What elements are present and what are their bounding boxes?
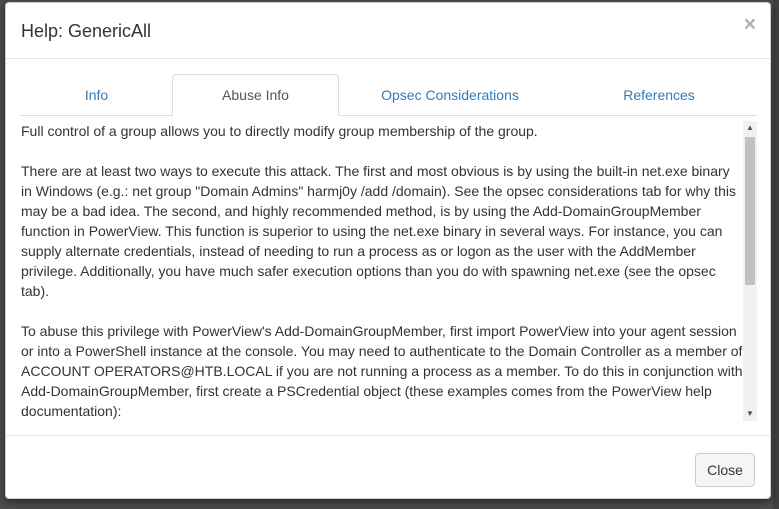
tab-content: Full control of a group allows you to di… [21,121,743,421]
modal-header: Help: GenericAll × [6,3,770,59]
tab-opsec-considerations[interactable]: Opsec Considerations [339,74,561,115]
modal-footer: Close [6,435,770,498]
tab-bar: Info Abuse Info Opsec Considerations Ref… [21,74,757,116]
scroll-up-arrow-icon[interactable]: ▲ [743,121,757,135]
scrollbar-thumb[interactable] [745,137,755,285]
scroll-down-arrow-icon[interactable]: ▼ [743,407,757,421]
tab-abuse-info[interactable]: Abuse Info [172,74,339,116]
content-paragraph: Full control of a group allows you to di… [21,123,538,139]
content-paragraph: There are at least two ways to execute t… [21,163,736,299]
close-icon[interactable]: × [744,14,756,36]
modal-title: Help: GenericAll [21,21,152,41]
content-scrollbar[interactable]: ▲ ▼ [743,121,757,421]
tab-info[interactable]: Info [21,74,172,115]
help-modal: Help: GenericAll × Info Abuse Info Opsec… [5,2,771,499]
tab-references[interactable]: References [561,74,757,115]
backdrop [773,0,779,509]
close-button[interactable]: Close [695,453,755,487]
content-paragraph: To abuse this privilege with PowerView's… [21,323,743,419]
